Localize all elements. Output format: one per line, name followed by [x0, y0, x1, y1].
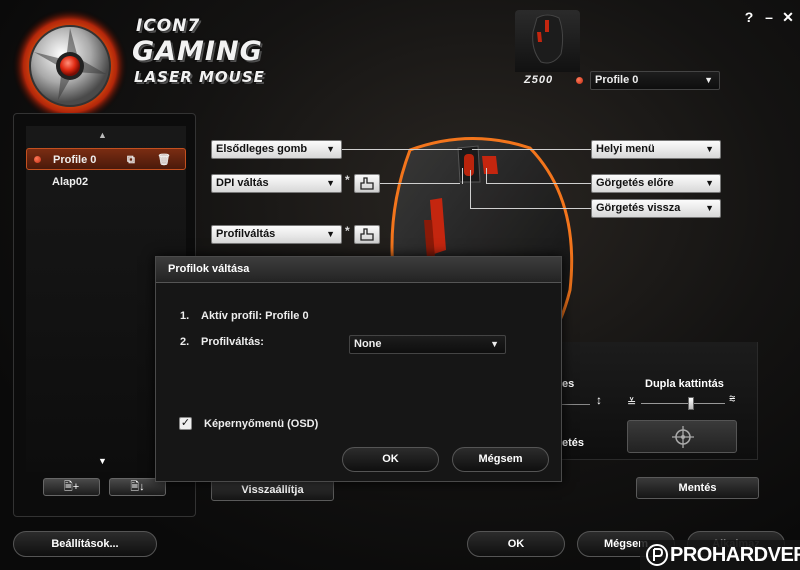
settings-button[interactable]: Beállítások...: [13, 531, 157, 557]
dialog-title: Profilok váltása: [168, 263, 250, 275]
slow-icon: ≚: [627, 397, 637, 409]
button-assign-left-1[interactable]: Elsődleges gomb ▼: [211, 140, 342, 159]
save-button[interactable]: Mentés: [636, 477, 759, 499]
sensitivity-label: es: [562, 378, 575, 390]
profile-switch-label: Profilváltás:: [201, 336, 264, 348]
profile-switch-select[interactable]: None ▼: [349, 335, 506, 354]
hand-pointer-icon: [360, 228, 374, 241]
header-profile-value: Profile 0: [595, 74, 639, 86]
brand-logo: ICON7 GAMING LASER MOUSE: [8, 6, 298, 121]
help-icon[interactable]: ?: [740, 8, 758, 26]
restore-button[interactable]: Visszaállítja: [211, 479, 334, 501]
ok-button[interactable]: OK: [467, 531, 565, 557]
watermark-logo-icon: [646, 544, 668, 566]
button-assign-right-2[interactable]: Görgetés előre ▼: [591, 174, 721, 193]
watermark: PROHARDVER!: [640, 540, 800, 570]
add-profile-button[interactable]: 🗎+: [43, 478, 100, 496]
mouse-icon: [532, 14, 564, 64]
model-label: Z500: [524, 74, 554, 86]
fast-icon: ⩬: [729, 393, 736, 405]
minimize-icon[interactable]: –: [760, 8, 778, 26]
dialog-title-bar: Profilok váltása: [156, 257, 561, 283]
brand-line3: LASER MOUSE: [134, 68, 265, 86]
lead-line: [486, 183, 591, 184]
button-assign-value: Elsődleges gomb: [216, 143, 308, 155]
double-click-test-area[interactable]: [627, 420, 737, 453]
lead-line: [380, 183, 460, 184]
scroll-up-icon[interactable]: ▲: [98, 130, 107, 140]
brand-line2: GAMING: [132, 36, 263, 67]
button-assign-left-2[interactable]: DPI váltás ▼: [211, 174, 342, 193]
lead-line: [486, 168, 487, 184]
active-profile-label: Aktív profil: Profile 0: [201, 310, 309, 322]
profile-switch-dialog: Profilok váltása 1. Aktív profil: Profil…: [155, 256, 562, 482]
lead-line: [472, 149, 591, 150]
close-icon[interactable]: ✕: [779, 8, 797, 26]
item1-number: 1.: [180, 310, 190, 322]
dialog-ok-button[interactable]: OK: [342, 447, 439, 472]
osd-label: Képernyőmenü (OSD): [204, 418, 319, 430]
button-assign-value: Helyi menü: [596, 143, 655, 155]
chevron-down-icon: ▼: [326, 229, 335, 239]
modified-marker: *: [345, 173, 350, 187]
header-profile-select[interactable]: Profile 0 ▼: [590, 71, 720, 90]
double-click-slider-track[interactable]: [641, 397, 725, 410]
trash-icon[interactable]: 🗑: [157, 149, 171, 171]
crosshair-icon: [672, 426, 694, 448]
lead-line: [470, 208, 591, 209]
active-indicator-icon: [576, 77, 583, 84]
button-assign-value: Profilváltás: [216, 228, 276, 240]
button-assign-left-3[interactable]: Profilváltás ▼: [211, 225, 342, 244]
item2-number: 2.: [180, 336, 190, 348]
list-item[interactable]: Alap02: [26, 171, 186, 193]
sensitivity-slider-track[interactable]: [562, 404, 590, 405]
hand-pointer-icon: [360, 177, 374, 190]
chevron-down-icon: ▼: [705, 203, 714, 213]
button-assign-right-3[interactable]: Görgetés vissza ▼: [591, 199, 721, 218]
button-assign-value: Görgetés előre: [596, 177, 674, 189]
dialog-cancel-button[interactable]: Mégsem: [452, 447, 549, 472]
lead-line: [342, 149, 462, 150]
logo-emblem-icon: [12, 8, 128, 121]
chevron-down-icon: ▼: [704, 75, 713, 85]
lead-line: [470, 170, 471, 209]
list-item-label: Alap02: [52, 176, 89, 188]
button-assign-value: DPI váltás: [216, 177, 269, 189]
edit-button-2[interactable]: [354, 225, 380, 244]
double-click-label: Dupla kattintás: [645, 378, 724, 390]
list-item[interactable]: Profile 0 ⧉ 🗑: [26, 148, 186, 170]
scroll-down-icon[interactable]: ▼: [98, 456, 107, 466]
lead-line: [462, 168, 463, 184]
chevron-down-icon: ▼: [490, 339, 499, 349]
modified-marker: *: [345, 224, 350, 238]
selected-profile-indicator-icon: [34, 156, 41, 163]
copy-icon[interactable]: ⧉: [127, 149, 135, 171]
mouse-thumbnail: [515, 10, 580, 72]
chevron-down-icon: ▼: [705, 144, 714, 154]
edit-button-1[interactable]: [354, 174, 380, 193]
double-click-slider-thumb[interactable]: [687, 397, 694, 410]
chevron-down-icon: ▼: [326, 178, 335, 188]
button-assign-right-1[interactable]: Helyi menü ▼: [591, 140, 721, 159]
watermark-text: PROHARDVER!: [670, 544, 800, 566]
profile-switch-value: None: [354, 338, 382, 350]
vertical-arrows-icon: ↕: [596, 393, 602, 407]
brand-line1: ICON7: [136, 16, 201, 36]
sensitivity-label-2: etés: [562, 437, 585, 449]
chevron-down-icon: ▼: [326, 144, 335, 154]
app-window: ? – ✕ ICON7 GAMING LASER MOUSE Z500 Prof…: [0, 0, 800, 570]
button-assign-value: Görgetés vissza: [596, 202, 681, 214]
osd-checkbox[interactable]: ✓: [179, 417, 192, 430]
chevron-down-icon: ▼: [705, 178, 714, 188]
list-item-label: Profile 0: [53, 154, 97, 166]
